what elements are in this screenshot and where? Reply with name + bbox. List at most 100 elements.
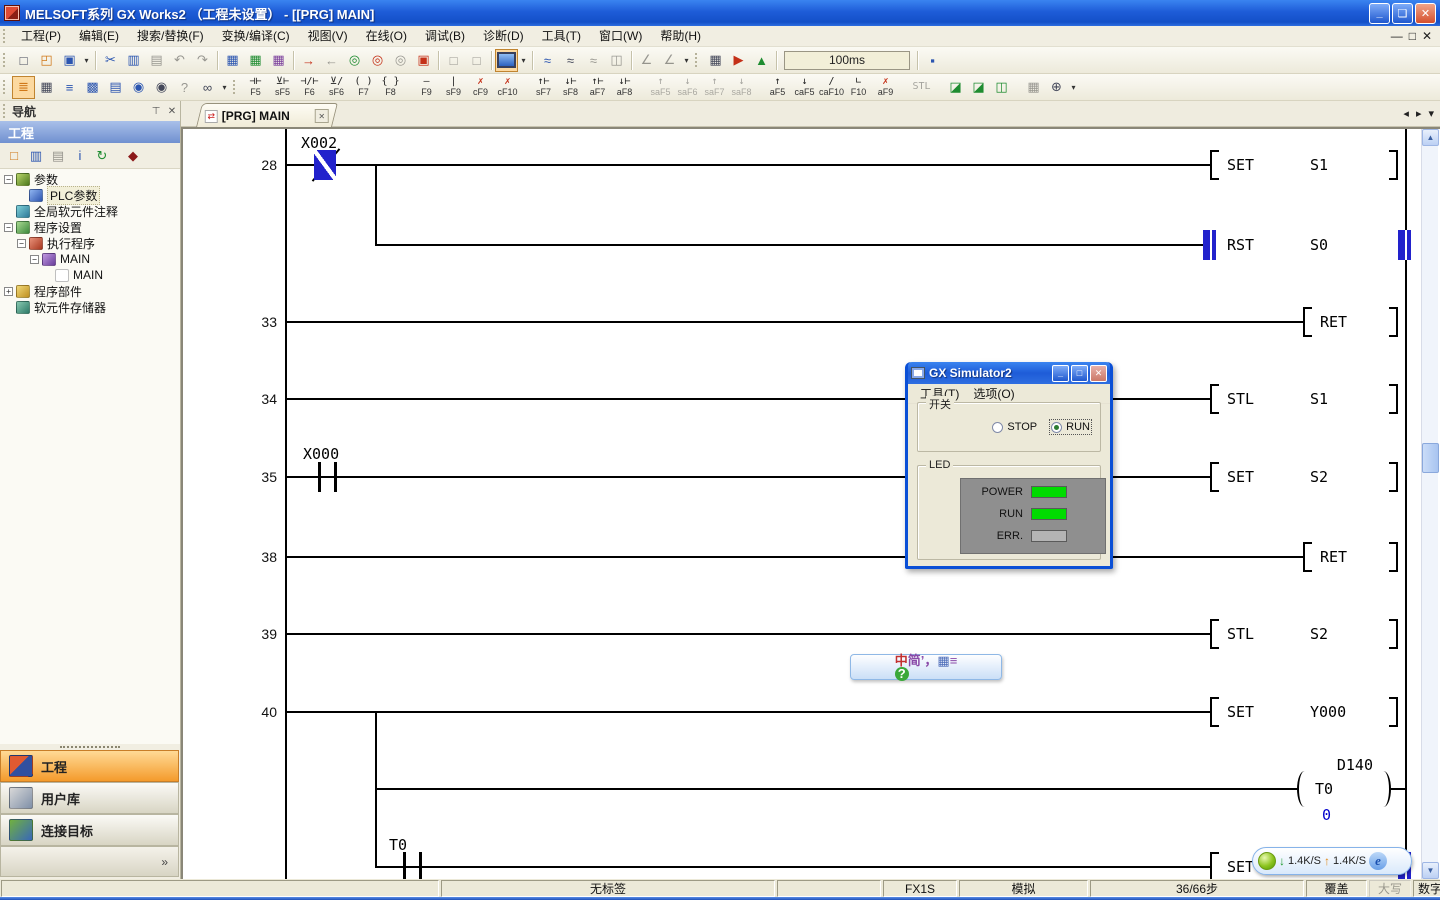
- menu-item[interactable]: 诊断(D): [474, 27, 533, 45]
- contact-t0[interactable]: [419, 852, 422, 879]
- tree-item[interactable]: PLC参数: [0, 187, 180, 203]
- or-open-contact-button[interactable]: ⊻⊢sF5: [269, 75, 296, 100]
- operand-y000[interactable]: Y000: [1310, 702, 1346, 722]
- nav-grip[interactable]: [3, 104, 7, 118]
- mdi-minimize-button[interactable]: —: [1391, 29, 1403, 43]
- ime-softkeyboard-icon[interactable]: ▦: [937, 653, 949, 668]
- scan-time-field[interactable]: 100ms: [784, 51, 910, 70]
- instruction-set[interactable]: SET: [1227, 467, 1254, 487]
- timer-preset-d140[interactable]: D140: [1303, 755, 1373, 775]
- redo-button[interactable]: ↷: [191, 49, 214, 72]
- cross-reference-jump-button[interactable]: →: [297, 49, 320, 72]
- snapshot-button[interactable]: ◫: [605, 49, 628, 72]
- or-close-contact-button[interactable]: ⊻/sF6: [323, 75, 350, 100]
- scroll-down-icon[interactable]: ▼: [1422, 862, 1439, 879]
- trend-graph-button[interactable]: ∠: [635, 49, 658, 72]
- instruction-set[interactable]: SET: [1227, 155, 1254, 175]
- menu-item[interactable]: 帮助(H): [651, 27, 710, 45]
- device-comment-search-button[interactable]: ▦: [221, 49, 244, 72]
- monitor-stop-button[interactable]: ≈: [582, 49, 605, 72]
- simulator-menu-options[interactable]: 选项(O): [967, 384, 1020, 403]
- coil-button[interactable]: ( )F7: [350, 75, 377, 100]
- module-configuration-button[interactable]: ▦: [35, 76, 58, 99]
- invert-rising-button[interactable]: ↑aF5: [764, 75, 791, 100]
- tree-item[interactable]: − 执行程序: [0, 235, 180, 251]
- cut-button[interactable]: ✂: [99, 49, 122, 72]
- nav-copy-button[interactable]: ▥: [25, 145, 47, 167]
- tab-list-icon[interactable]: ▾: [1428, 107, 1434, 120]
- edit-note-button[interactable]: ◫: [990, 76, 1013, 99]
- simulation-start-button[interactable]: ▶: [727, 49, 750, 72]
- view-selector-button[interactable]: 用户库: [0, 782, 179, 814]
- menu-item[interactable]: 窗口(W): [590, 27, 651, 45]
- tree-item[interactable]: MAIN: [0, 267, 180, 283]
- security-globe-icon[interactable]: [1258, 852, 1276, 870]
- tab-scroll-left-icon[interactable]: ◂: [1403, 107, 1409, 120]
- application-instruction-button[interactable]: { }F8: [377, 75, 404, 100]
- vertical-scrollbar[interactable]: ▲ ▼: [1421, 129, 1438, 879]
- hex-search-button[interactable]: ▦: [267, 49, 290, 72]
- save-project-button[interactable]: ▣: [58, 49, 81, 72]
- tab-close-icon[interactable]: ✕: [315, 109, 329, 123]
- inline-st-button[interactable]: ▦: [1022, 76, 1045, 99]
- toolbar-grip-2[interactable]: [695, 53, 699, 67]
- view-selector-button[interactable]: 连接目标: [0, 814, 179, 846]
- contact-x000[interactable]: [334, 462, 337, 492]
- device-dropdown-caret[interactable]: ▾: [219, 77, 230, 98]
- instruction-ret[interactable]: RET: [1320, 312, 1347, 332]
- falling-pulse-button[interactable]: ↓⊢sF8: [557, 75, 584, 100]
- simulator-keyboard-button[interactable]: ▦: [704, 49, 727, 72]
- close-contact-button[interactable]: ⊣/⊢F6: [296, 75, 323, 100]
- operand-s0[interactable]: S0: [1310, 235, 1328, 255]
- ime-fullwidth-icon[interactable]: ，: [924, 653, 937, 668]
- scrollbar-thumb[interactable]: [1422, 443, 1439, 473]
- menubar-grip[interactable]: [3, 29, 7, 43]
- horizontal-line-button[interactable]: —F9: [413, 75, 440, 100]
- edit-statement-button[interactable]: ◪: [967, 76, 990, 99]
- menu-item[interactable]: 搜索/替换(F): [128, 27, 213, 45]
- trend-graph2-button[interactable]: ∠: [658, 49, 681, 72]
- monitor-mode-button[interactable]: [495, 49, 518, 72]
- tree-item[interactable]: + 程序部件: [0, 283, 180, 299]
- pin-icon[interactable]: ⊤: [148, 104, 164, 118]
- pulse-close-branch-button[interactable]: ↓saF6: [674, 75, 701, 100]
- device-search-button[interactable]: ◉: [150, 76, 173, 99]
- ladder-editor[interactable]: 28 33 34 35 38 39 40 X002 SET S1: [181, 127, 1440, 879]
- device-monitor-search-button[interactable]: ▦: [244, 49, 267, 72]
- tree-expander[interactable]: −: [4, 223, 13, 232]
- paste-button[interactable]: ▤: [145, 49, 168, 72]
- tree-expander[interactable]: −: [17, 239, 26, 248]
- operand-s2[interactable]: S2: [1310, 467, 1328, 487]
- line-branch-button[interactable]: ∟F10: [845, 75, 872, 100]
- pulse-open-branch-button[interactable]: ↑saF5: [647, 75, 674, 100]
- restore-button[interactable]: ❏: [1392, 3, 1413, 24]
- coil-t0[interactable]: T0: [1315, 779, 1333, 799]
- new-project-button[interactable]: □: [12, 49, 35, 72]
- note-list-button[interactable]: □: [465, 49, 488, 72]
- device-display-button[interactable]: ◉: [127, 76, 150, 99]
- simulator-close-button[interactable]: ✕: [1090, 365, 1107, 382]
- nav-property-button[interactable]: i: [69, 145, 91, 167]
- pulse-or-open-button[interactable]: ↑saF7: [701, 75, 728, 100]
- monitor-dropdown-caret[interactable]: ▾: [518, 50, 529, 71]
- instruction-stl[interactable]: STL: [1227, 624, 1254, 644]
- delete-horizontal-line-button[interactable]: ✗cF9: [467, 75, 494, 100]
- contact-t0[interactable]: [403, 852, 406, 879]
- toolbar-grip-3[interactable]: [3, 80, 7, 94]
- nav-sort-button[interactable]: ◆: [122, 145, 144, 167]
- scroll-up-icon[interactable]: ▲: [1422, 129, 1439, 146]
- delete-line-button[interactable]: ✗aF9: [872, 75, 899, 100]
- save-dropdown-caret[interactable]: ▾: [81, 50, 92, 71]
- find-previous-button[interactable]: ◎: [389, 49, 412, 72]
- ime-help-icon[interactable]: ?: [895, 667, 909, 681]
- find-device-button[interactable]: ◎: [343, 49, 366, 72]
- menu-item[interactable]: 调试(B): [416, 27, 474, 45]
- tree-item[interactable]: 全局软元件注释: [0, 203, 180, 219]
- operand-s1[interactable]: S1: [1310, 155, 1328, 175]
- device-find-button[interactable]: ▩: [81, 76, 104, 99]
- network-speed-widget[interactable]: ↓ 1.4K/S ↑ 1.4K/S e: [1252, 847, 1412, 875]
- mdi-close-button[interactable]: ✕: [1422, 29, 1432, 43]
- menu-item[interactable]: 编辑(E): [70, 27, 128, 45]
- nav-close-icon[interactable]: ✕: [164, 104, 180, 118]
- ime-settings-icon[interactable]: ≡: [950, 653, 958, 668]
